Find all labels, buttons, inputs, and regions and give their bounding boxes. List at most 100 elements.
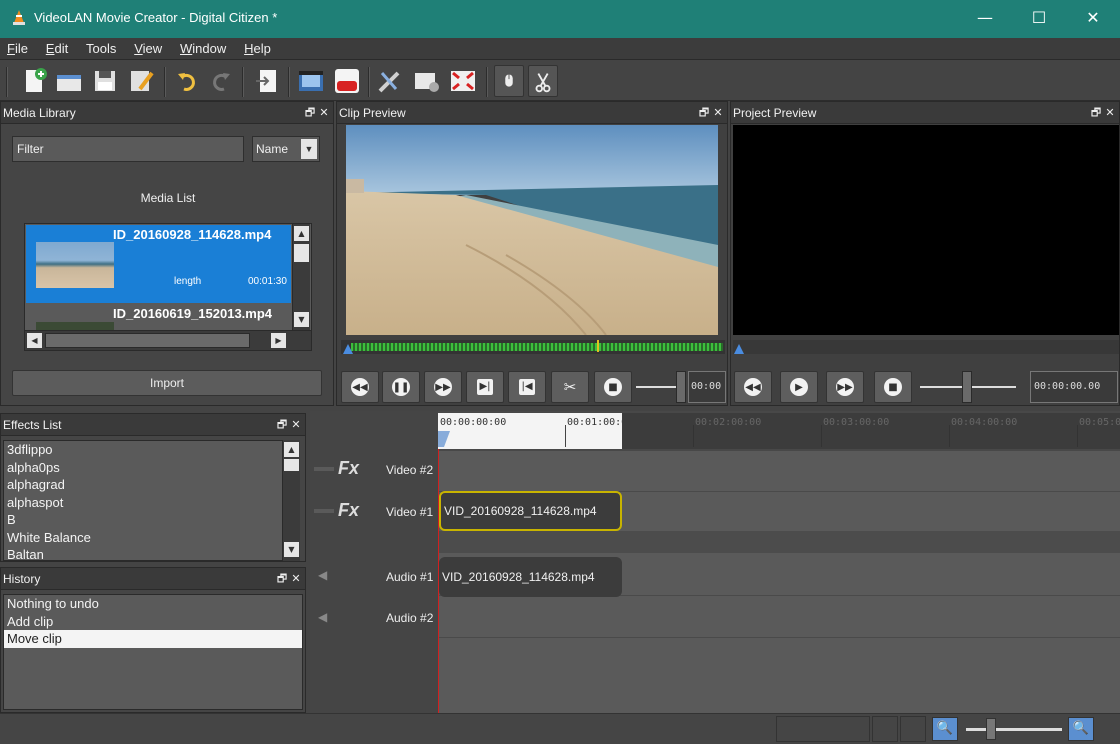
render-movie-icon[interactable] bbox=[296, 65, 326, 97]
filter-input[interactable]: Filter bbox=[12, 136, 244, 162]
effect-item[interactable]: White Balance bbox=[4, 529, 282, 547]
zoom-slider[interactable] bbox=[966, 728, 1062, 731]
close-button[interactable]: ✕ bbox=[1066, 0, 1120, 38]
sort-select[interactable]: Name ▼ bbox=[252, 136, 320, 162]
clip-pause-button[interactable]: ❚❚ bbox=[382, 371, 420, 403]
scroll-left-icon[interactable]: ◀ bbox=[27, 333, 42, 348]
effect-item[interactable]: alpha0ps bbox=[4, 459, 282, 477]
clip-seek-bar[interactable] bbox=[341, 340, 725, 354]
rewind-icon: ◀◀ bbox=[744, 378, 762, 396]
effect-item[interactable]: 3dflippo bbox=[4, 441, 282, 459]
project-forward-button[interactable]: ▶▶ bbox=[826, 371, 864, 403]
open-project-icon[interactable] bbox=[54, 65, 84, 97]
audio-mute-icon[interactable]: ◀ bbox=[318, 568, 327, 582]
fullscreen-icon[interactable] bbox=[448, 65, 478, 97]
media-list-hscrollbar[interactable]: ◀ ▶ bbox=[25, 330, 311, 350]
menu-edit[interactable]: Edit bbox=[39, 38, 75, 56]
fx-icon[interactable]: Fx bbox=[338, 500, 359, 521]
panel-close-icon[interactable]: ✕ bbox=[711, 106, 725, 119]
history-item[interactable]: Add clip bbox=[4, 613, 302, 631]
project-rewind-button[interactable]: ◀◀ bbox=[734, 371, 772, 403]
project-settings-icon[interactable] bbox=[412, 65, 442, 97]
project-seek-bar[interactable] bbox=[733, 340, 1119, 354]
audio-mute-icon[interactable]: ◀ bbox=[318, 610, 327, 624]
menu-window[interactable]: Window bbox=[173, 38, 233, 56]
project-cursor-icon[interactable] bbox=[734, 344, 744, 354]
zoom-slider-handle[interactable] bbox=[986, 718, 996, 740]
import-button[interactable]: Import bbox=[12, 370, 322, 396]
track-toggle[interactable] bbox=[314, 467, 334, 471]
timeline-area: Fx Video #2 Fx Video #1 ◀ Audio #1 ◀ Aud… bbox=[310, 411, 1120, 713]
undo-icon[interactable] bbox=[172, 65, 202, 97]
redo-icon[interactable] bbox=[206, 65, 236, 97]
float-icon[interactable]: 🗗 bbox=[697, 104, 711, 123]
clip-cut-button[interactable]: ✂ bbox=[551, 371, 589, 403]
scroll-up-icon[interactable]: ▲ bbox=[294, 226, 309, 241]
effect-item[interactable]: alphaspot bbox=[4, 494, 282, 512]
clip-marker bbox=[597, 340, 599, 352]
minimize-button[interactable]: — bbox=[958, 0, 1012, 38]
toolbar bbox=[0, 61, 1120, 101]
history-item-selected[interactable]: Move clip bbox=[4, 630, 302, 648]
playhead-handle-icon[interactable] bbox=[438, 431, 450, 447]
effect-item[interactable]: Baltan bbox=[4, 546, 282, 560]
video-clip[interactable]: VID_20160928_114628.mp4 bbox=[439, 491, 622, 531]
scroll-thumb[interactable] bbox=[284, 459, 299, 471]
media-item[interactable]: ID_20160619_152013.mp4 bbox=[26, 304, 291, 330]
maximize-button[interactable]: ☐ bbox=[1012, 0, 1066, 38]
scroll-down-icon[interactable]: ▼ bbox=[284, 542, 299, 557]
media-list-vscrollbar[interactable]: ▲ ▼ bbox=[292, 224, 310, 330]
clip-rewind-button[interactable]: ◀◀ bbox=[341, 371, 379, 403]
audio-clip[interactable]: VID_20160928_114628.mp4 bbox=[439, 557, 622, 597]
project-stop-button[interactable]: ■ bbox=[874, 371, 912, 403]
float-icon[interactable]: 🗗 bbox=[303, 104, 317, 123]
track-toggle[interactable] bbox=[314, 509, 334, 513]
scroll-down-icon[interactable]: ▼ bbox=[294, 312, 309, 327]
history-title-text: History bbox=[3, 572, 41, 586]
zoom-out-icon[interactable]: 🔍 bbox=[932, 717, 958, 741]
clip-forward-button[interactable]: ▶▶ bbox=[424, 371, 462, 403]
history-item[interactable]: Nothing to undo bbox=[4, 595, 302, 613]
import-media-icon[interactable] bbox=[252, 65, 282, 97]
fx-icon[interactable]: Fx bbox=[338, 458, 359, 479]
ruler-time-0: 00:00:00:00 bbox=[440, 417, 507, 428]
effects-list: 3dflippo alpha0ps alphagrad alphaspot B … bbox=[3, 440, 283, 561]
float-icon[interactable]: 🗗 bbox=[275, 416, 289, 435]
clip-mark-in-button[interactable]: ▶| bbox=[466, 371, 504, 403]
scroll-up-icon[interactable]: ▲ bbox=[284, 442, 299, 457]
panel-close-icon[interactable]: ✕ bbox=[289, 572, 303, 585]
scroll-thumb[interactable] bbox=[45, 333, 250, 348]
preferences-icon[interactable] bbox=[374, 65, 404, 97]
project-volume-handle[interactable] bbox=[962, 371, 972, 403]
menu-file[interactable]: File bbox=[0, 38, 35, 56]
forward-icon: ▶▶ bbox=[434, 378, 452, 396]
effect-item[interactable]: B bbox=[4, 511, 282, 529]
new-project-icon[interactable] bbox=[20, 65, 50, 97]
scroll-right-icon[interactable]: ▶ bbox=[271, 333, 286, 348]
scroll-thumb[interactable] bbox=[294, 244, 309, 262]
mouse-tool-button[interactable] bbox=[494, 65, 524, 97]
float-icon[interactable]: 🗗 bbox=[275, 570, 289, 589]
project-play-button[interactable]: ▶ bbox=[780, 371, 818, 403]
panel-close-icon[interactable]: ✕ bbox=[317, 106, 331, 119]
panel-close-icon[interactable]: ✕ bbox=[289, 418, 303, 431]
clip-stop-button[interactable]: ■ bbox=[594, 371, 632, 403]
save-icon[interactable] bbox=[90, 65, 120, 97]
panel-close-icon[interactable]: ✕ bbox=[1103, 106, 1117, 119]
cut-tool-button[interactable] bbox=[528, 65, 558, 97]
vlc-cone-icon bbox=[13, 10, 25, 25]
effects-vscrollbar[interactable]: ▲ ▼ bbox=[282, 440, 300, 561]
clip-cursor-icon[interactable] bbox=[343, 344, 353, 354]
menu-help[interactable]: Help bbox=[237, 38, 278, 56]
float-icon[interactable]: 🗗 bbox=[1089, 104, 1103, 123]
effect-item[interactable]: alphagrad bbox=[4, 476, 282, 494]
clip-mark-out-button[interactable]: |◀ bbox=[508, 371, 546, 403]
menu-view[interactable]: View bbox=[127, 38, 169, 56]
clip-volume-handle[interactable] bbox=[676, 371, 686, 403]
status-bar: 🔍 🔍 bbox=[0, 713, 1120, 744]
media-item[interactable]: ID_20160928_114628.mp4 length 00:01:30 bbox=[26, 225, 291, 303]
menu-tools[interactable]: Tools bbox=[79, 38, 123, 56]
zoom-in-icon[interactable]: 🔍 bbox=[1068, 717, 1094, 741]
youtube-icon[interactable] bbox=[332, 65, 362, 97]
save-as-icon[interactable] bbox=[126, 65, 156, 97]
